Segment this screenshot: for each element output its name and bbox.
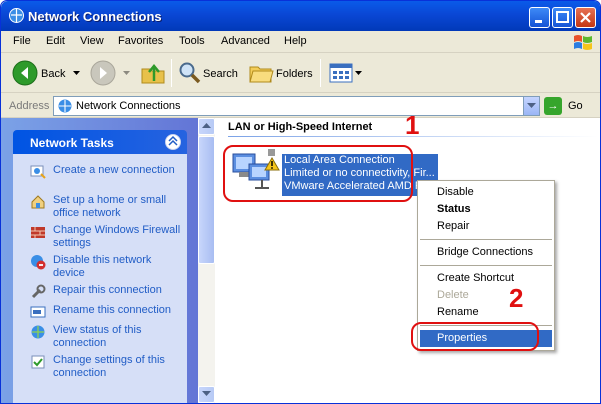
task-label: Disable this network device [53, 254, 152, 279]
forward-dropdown-icon[interactable] [123, 71, 130, 76]
vertical-scrollbar[interactable] [198, 118, 215, 403]
back-label: Back [41, 68, 66, 80]
chevron-down-icon [527, 103, 536, 108]
folders-icon [249, 66, 274, 83]
up-folder-icon[interactable] [139, 59, 167, 87]
settings-icon [31, 355, 45, 369]
toolbar: Back Search Folders [1, 53, 600, 93]
network-tasks-list: Create a new connection Set up a home or… [13, 154, 187, 403]
annotation-highlight-properties [411, 322, 539, 351]
chevron-down-icon [202, 391, 211, 396]
annotation-step-2: 2 [509, 283, 524, 313]
back-dropdown-icon[interactable] [73, 71, 80, 76]
close-button[interactable] [575, 7, 596, 28]
task-label: Repair this connection [53, 284, 162, 296]
menu-file[interactable]: File [13, 35, 31, 47]
views-dropdown-icon [355, 71, 362, 75]
scroll-thumb[interactable] [198, 136, 215, 264]
collapse-button[interactable] [165, 134, 181, 150]
menu-favorites[interactable]: Favorites [118, 35, 163, 47]
menu-item-create-shortcut[interactable]: Create Shortcut [420, 270, 552, 287]
scroll-down-button[interactable] [198, 386, 215, 403]
search-icon [179, 62, 201, 84]
toolbar-separator [171, 59, 172, 87]
tasks-pane: Network Tasks Create a new connection Se… [1, 118, 198, 403]
menu-item-status[interactable]: Status [420, 201, 552, 218]
network-tasks-title: Network Tasks [30, 136, 114, 150]
close-icon [580, 12, 591, 23]
network-tasks-header[interactable]: Network Tasks [13, 130, 187, 154]
views-icon [329, 63, 353, 83]
folders-label: Folders [276, 68, 313, 80]
home-network-icon [31, 195, 45, 209]
group-title: LAN or High-Speed Internet [228, 121, 373, 133]
search-label: Search [203, 68, 238, 80]
task-label: Rename this connection [53, 304, 172, 316]
task-label: Change Windows Firewall settings [53, 224, 181, 249]
minimize-button[interactable] [529, 7, 550, 28]
menu-advanced[interactable]: Advanced [221, 35, 270, 47]
forward-arrow-icon [90, 60, 116, 86]
network-connections-icon [9, 8, 24, 23]
repair-icon [31, 284, 46, 299]
window-title: Network Connections [28, 9, 162, 24]
menu-tools[interactable]: Tools [179, 35, 205, 47]
task-label: Create a new connection [53, 164, 175, 176]
menu-help[interactable]: Help [284, 35, 307, 47]
task-label: Set up a home or small office network [53, 194, 167, 219]
windows-logo-icon [574, 35, 592, 50]
menu-bar: File Edit View Favorites Tools Advanced … [1, 31, 600, 53]
task-label: Change settings of this connection [53, 354, 165, 379]
network-tasks-panel: Network Tasks Create a new connection Se… [13, 130, 187, 403]
menu-edit[interactable]: Edit [46, 35, 65, 47]
new-connection-icon [30, 165, 46, 179]
address-input[interactable]: Network Connections [53, 96, 540, 116]
address-value: Network Connections [76, 100, 181, 112]
go-arrow-icon: → [544, 97, 562, 115]
network-connections-icon [58, 99, 72, 113]
annotation-highlight-connection [223, 145, 413, 202]
address-dropdown-button[interactable] [523, 97, 539, 115]
status-icon [31, 325, 45, 339]
firewall-icon [31, 227, 45, 238]
scroll-up-button[interactable] [198, 118, 215, 135]
title-bar[interactable]: Network Connections [1, 1, 600, 31]
menu-separator [420, 265, 552, 266]
menu-view[interactable]: View [80, 35, 104, 47]
rename-icon [30, 306, 46, 318]
menu-separator [420, 239, 552, 240]
menu-item-rename[interactable]: Rename [420, 304, 552, 321]
back-arrow-icon [12, 60, 38, 86]
menu-item-bridge-connections[interactable]: Bridge Connections [420, 244, 552, 261]
chevron-up-icon [168, 135, 178, 146]
address-label: Address [9, 100, 50, 112]
explorer-window: Network Connections File Edit View Favor… [0, 0, 601, 404]
chevron-up-icon [202, 123, 211, 128]
address-bar: Address Network Connections → Go [1, 94, 600, 118]
maximize-icon [556, 11, 569, 23]
minimize-icon [535, 20, 542, 23]
annotation-step-1: 1 [405, 110, 420, 140]
go-label: Go [568, 100, 583, 112]
menu-item-disable[interactable]: Disable [420, 184, 552, 201]
toolbar-separator [320, 59, 321, 87]
task-label: View status of this connection [53, 324, 142, 349]
disable-device-icon [31, 255, 46, 270]
menu-item-delete: Delete [437, 289, 469, 301]
menu-item-repair[interactable]: Repair [420, 218, 552, 235]
go-button[interactable]: → Go [544, 97, 596, 115]
maximize-button[interactable] [552, 7, 573, 28]
